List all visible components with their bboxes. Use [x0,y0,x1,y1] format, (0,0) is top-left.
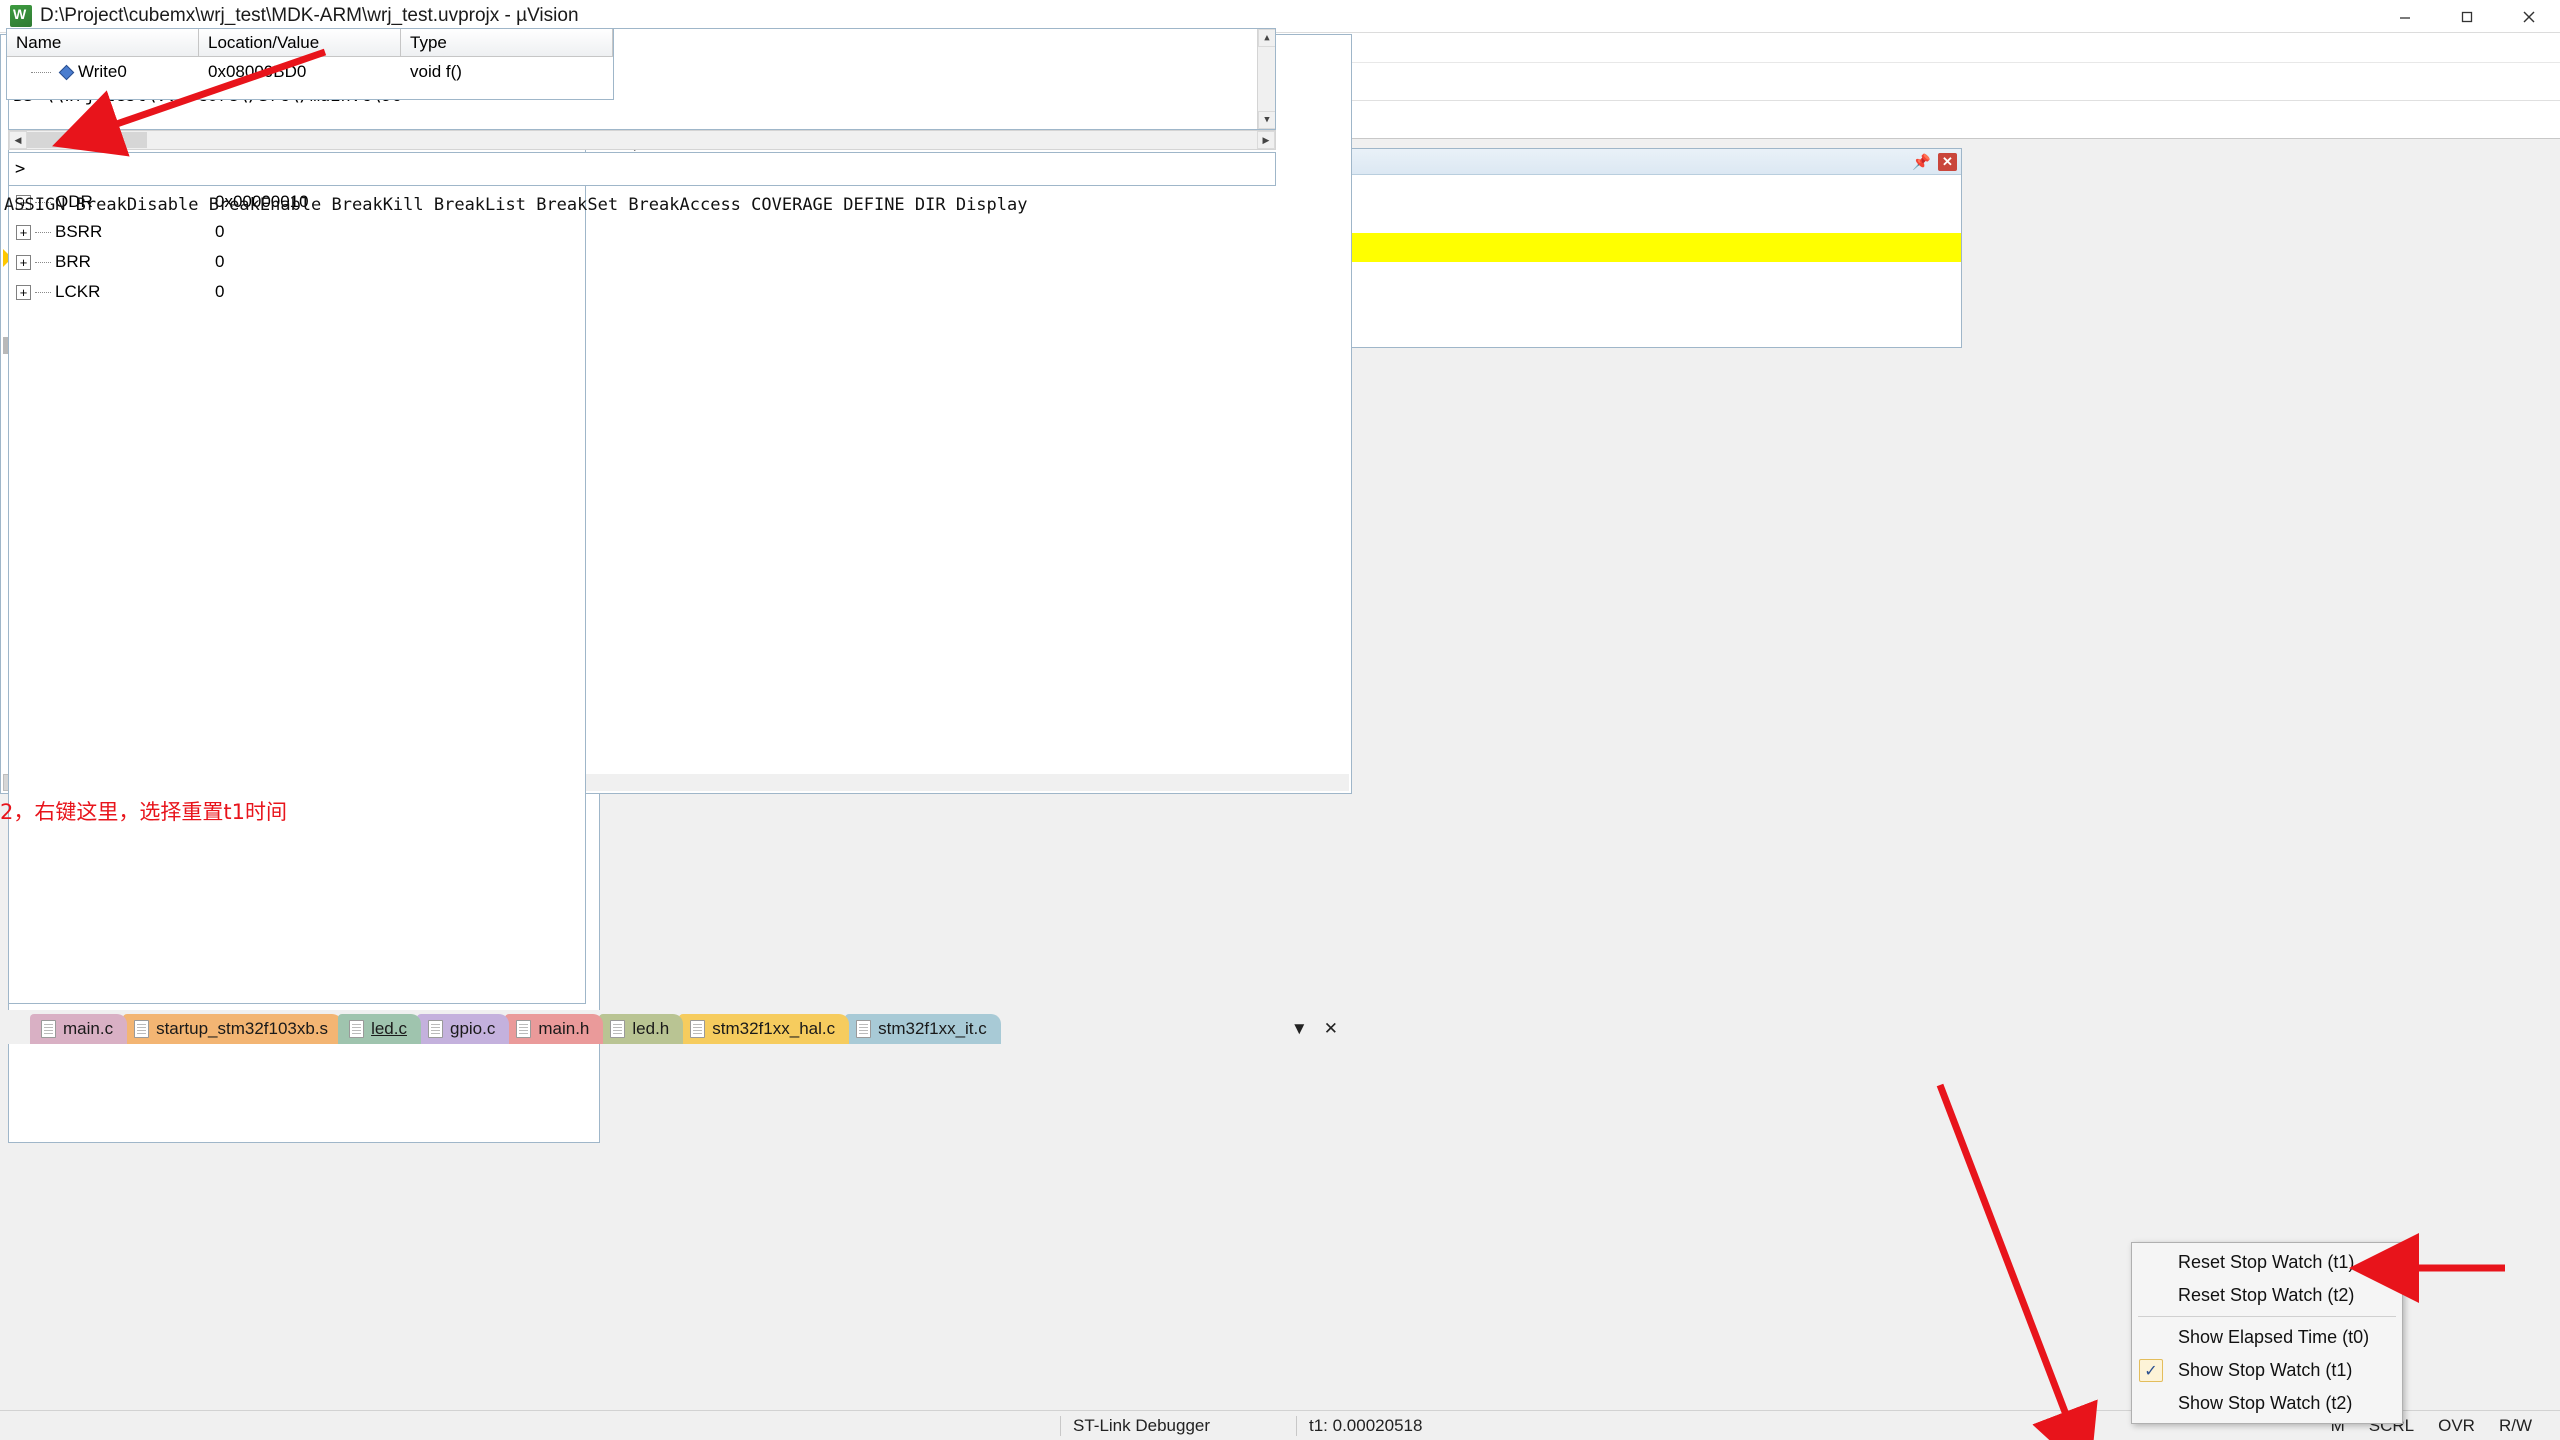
file-icon [349,1020,365,1038]
close-button[interactable] [2498,0,2560,33]
gpiob-register-row[interactable]: + BSRR 0 [9,217,585,247]
gpiob-property-cell: + BRR [9,252,205,272]
editor-tab-label: main.c [63,1019,114,1038]
context-menu-item-label: Show Stop Watch (t2) [2178,1393,2353,1413]
annotation-right-click-instruction: 2，右键这里，选择重置t1时间 [0,800,287,824]
context-menu-item-label: Reset Stop Watch (t2) [2178,1285,2355,1305]
editor-tab[interactable]: main.h [505,1014,604,1044]
expand-icon[interactable]: + [16,254,31,270]
app-icon [10,5,32,27]
file-icon [610,1020,626,1038]
command-horizontal-scrollbar[interactable]: ◀ ▶ [8,130,1276,150]
gpiob-register-row[interactable]: + BRR 0 [9,247,585,277]
command-input[interactable]: > [8,152,1276,186]
editor-tab-label: main.h [538,1019,590,1038]
close-icon[interactable]: ✕ [1938,152,1957,171]
uvision-window: D:\Project\cubemx\wrj_test\MDK-ARM\wrj_t… [0,0,2560,1440]
editor-tab[interactable]: gpio.c [416,1014,510,1044]
tab-close-icon[interactable]: ✕ [1324,1019,1338,1039]
status-indicator-ovr: OVR [2438,1415,2475,1435]
column-name[interactable]: Name [7,29,199,56]
tree-connector [35,231,51,233]
file-icon [427,1020,443,1038]
gpiob-property-label: BSRR [55,222,103,241]
editor-tab-label: stm32f1xx_hal.c [712,1019,836,1038]
editor-tabs: main.c startup_stm32f103xb.s led.c gpio.c ma… [30,1014,1001,1044]
scroll-down-icon[interactable]: ▼ [1258,111,1275,129]
call-stack-row[interactable]: Write0 0x08000BD0 void f() [7,57,613,87]
tree-connector [35,291,51,293]
context-menu-item[interactable]: Show Stop Watch (t2) [2132,1387,2402,1420]
column-type[interactable]: Type [401,29,613,56]
arrow-to-stopwatch-status [1936,1083,2098,1440]
function-icon [58,64,75,80]
command-hscroll-thumb[interactable] [27,132,147,148]
context-menu-item-label: Show Stop Watch (t1) [2178,1360,2353,1380]
scroll-left-icon[interactable]: ◀ [9,131,27,149]
gpiob-property-label: BRR [55,252,91,271]
window-title: D:\Project\cubemx\wrj_test\MDK-ARM\wrj_t… [40,5,579,26]
editor-tab-label: gpio.c [449,1019,496,1038]
context-menu-item[interactable]: Reset Stop Watch (t1) [2132,1246,2402,1279]
editor-tab[interactable]: main.c [30,1014,128,1044]
column-location-value[interactable]: Location/Value [199,29,401,56]
file-icon [690,1020,706,1038]
editor-tab-label: led.c [371,1019,407,1038]
editor-tab[interactable]: stm32f1xx_hal.c [679,1014,850,1044]
call-stack-name-cell: Write0 [7,62,199,82]
tree-connector [35,261,51,263]
gpiob-value[interactable]: 0 [205,222,585,242]
file-icon [134,1020,150,1038]
context-menu-separator [2138,1316,2396,1317]
editor-tab[interactable]: startup_stm32f103xb.s [123,1014,343,1044]
call-stack-type: void f() [410,62,462,81]
gpiob-value[interactable]: 0 [205,252,585,272]
context-menu-item[interactable]: ✓ Show Stop Watch (t1) [2132,1354,2402,1387]
editor-tab-label: startup_stm32f103xb.s [156,1019,329,1038]
call-stack-table: Name Location/Value Type Write0 0x08000BD… [6,28,614,100]
call-stack-row-container: Write0 0x08000BD0 void f() [7,57,613,87]
command-keyword-hints: ASSIGN BreakDisable BreakEnable BreakKil… [4,195,1028,215]
command-vertical-scrollbar[interactable]: ▲ ▼ [1257,29,1275,129]
editor-tab-label: led.h [632,1019,670,1038]
pin-icon[interactable]: 📌 [1912,153,1931,171]
file-icon [856,1020,872,1038]
gpiob-property-cell: + BSRR [9,222,205,242]
call-stack-location: 0x08000BD0 [208,62,307,81]
editor-tab-strip: main.c startup_stm32f103xb.s led.c gpio.c ma… [0,1010,1352,1044]
expand-icon[interactable]: + [16,224,31,240]
context-menu-item[interactable]: Show Elapsed Time (t0) [2132,1321,2402,1354]
gpiob-value[interactable]: 0 [205,282,585,302]
minimize-button[interactable] [2374,0,2436,33]
context-menu-item[interactable]: Reset Stop Watch (t2) [2132,1279,2402,1312]
context-menu-item-label: Reset Stop Watch (t1) [2178,1252,2355,1272]
editor-tab-controls: ▼ ✕ [1291,1019,1352,1044]
call-stack-column-header: Name Location/Value Type [7,29,613,57]
editor-tab[interactable]: led.c [338,1014,421,1044]
context-menu-item-label: Show Elapsed Time (t0) [2178,1327,2370,1347]
file-icon [41,1020,56,1038]
gpiob-register-row[interactable]: + LCKR 0 [9,277,585,307]
expand-icon[interactable]: + [16,284,31,300]
editor-tab[interactable]: led.h [599,1014,684,1044]
file-icon [516,1020,532,1038]
stop-watch-context-menu: Reset Stop Watch (t1) Reset Stop Watch (t… [2131,1242,2403,1424]
window-controls [2374,0,2560,33]
checkmark-icon: ✓ [2139,1359,2163,1382]
status-indicator-rw: R/W [2498,1415,2532,1435]
tree-connector [31,71,51,73]
gpiob-property-label: LCKR [55,282,101,301]
editor-tab-label: stm32f1xx_it.c [878,1019,987,1038]
scroll-up-icon[interactable]: ▲ [1258,29,1275,47]
status-debugger: ST-Link Debugger [1073,1415,1211,1435]
tab-list-dropdown-icon[interactable]: ▼ [1291,1019,1308,1039]
scroll-right-icon[interactable]: ▶ [1257,131,1275,149]
gpiob-property-cell: + LCKR [9,282,205,302]
editor-tab[interactable]: stm32f1xx_it.c [845,1014,1001,1044]
status-stopwatch: t1: 0.00020518 [1309,1415,1423,1435]
command-prompt: > [15,159,26,179]
call-stack-function-name: Write0 [78,62,127,81]
maximize-button[interactable] [2436,0,2498,33]
